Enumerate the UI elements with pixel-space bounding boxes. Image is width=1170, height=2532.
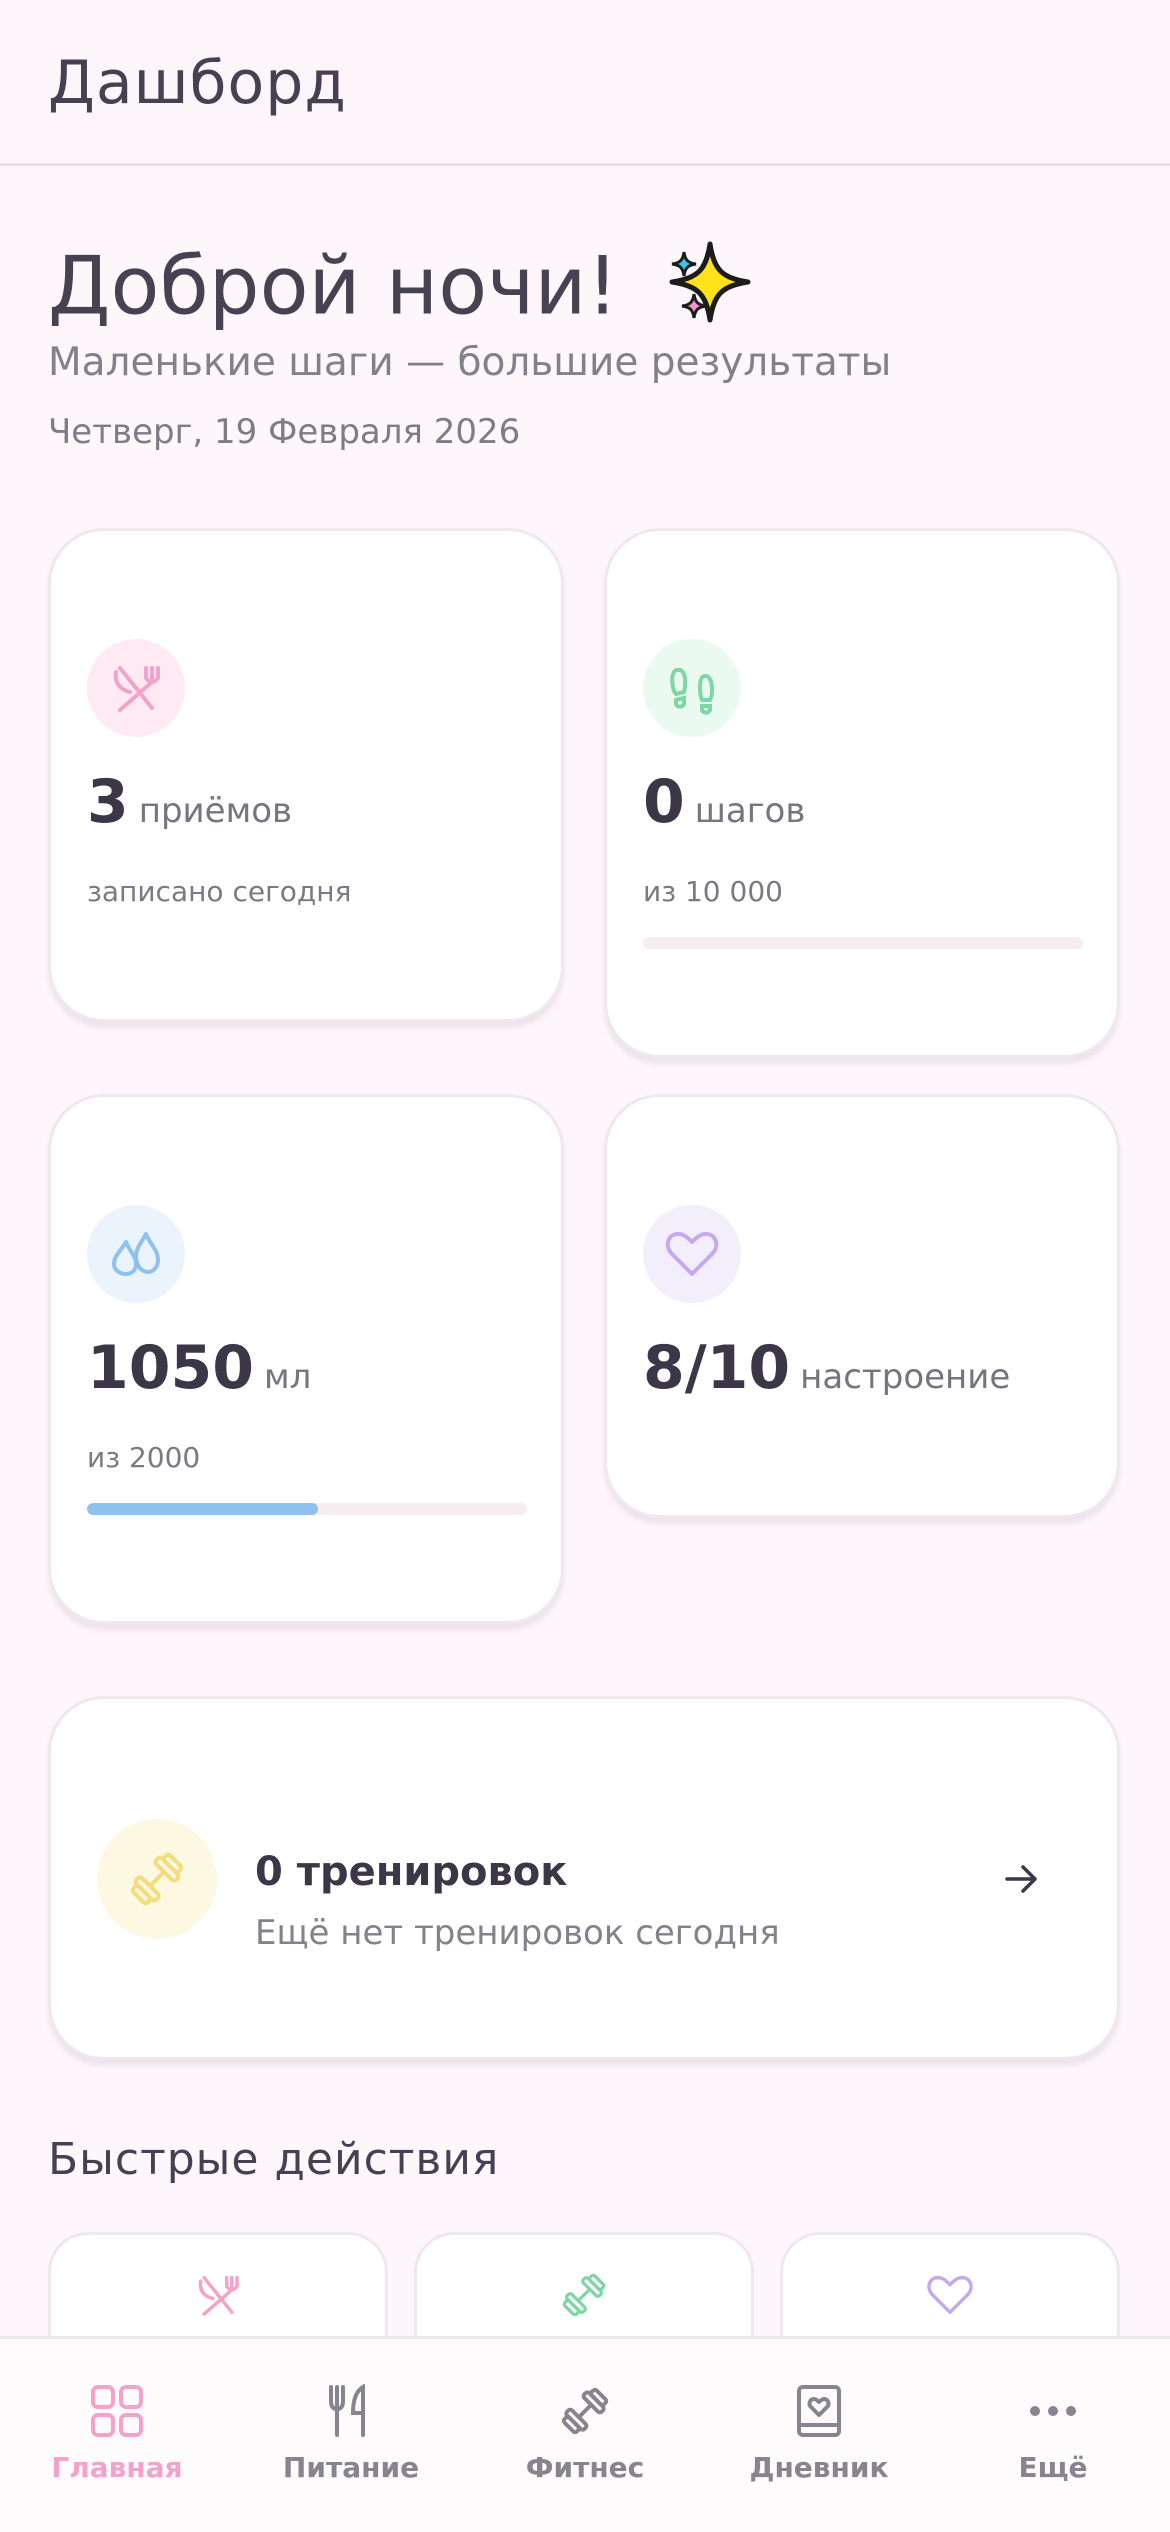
more-icon [1030,2406,1076,2416]
workouts-subtitle: Ещё нет тренировок сегодня [255,1913,780,1953]
tab-journal[interactable]: Дневник [702,2339,936,2532]
workouts-card[interactable]: 0 тренировок Ещё нет тренировок сегодня [48,1696,1120,2060]
steps-progress-bar [643,937,1083,949]
dumbbell-icon [558,2269,610,2325]
sparkles-icon [664,236,756,347]
steps-stat: 0 шагов [643,767,805,837]
greeting-text: Доброй ночи! [48,239,619,333]
grid-icon [91,2385,143,2437]
dumbbell-icon [561,2387,609,2435]
journal-icon [797,2385,841,2437]
steps-card[interactable]: 0 шагов из 10 000 [604,528,1120,1058]
meals-unit: приёмов [138,791,293,831]
meals-subtext: записано сегодня [87,875,352,908]
dumbbell-icon [130,1852,184,1906]
tab-more[interactable]: Ещё [936,2339,1170,2532]
steps-unit: шагов [694,791,806,831]
utensils-icon [329,2383,365,2437]
arrow-right-icon[interactable] [1001,1859,1041,1903]
tab-nutrition-label: Питание [282,2451,420,2484]
workouts-title: 0 тренировок [255,1849,568,1895]
workouts-icon-circle [97,1819,217,1939]
meals-count: 3 [87,767,129,837]
quick-actions-title: Быстрые действия [48,2134,500,2185]
water-amount: 1050 [87,1333,254,1403]
fork-knife-crossed-icon [113,666,160,712]
steps-count: 0 [643,767,685,837]
water-progress-fill [87,1503,318,1515]
greeting-heading: Доброй ночи! [48,236,756,347]
fork-knife-crossed-icon [192,2269,244,2325]
tab-home[interactable]: Главная [0,2339,234,2532]
greeting-subtitle: Маленькие шаги — большие результаты [48,340,892,385]
water-unit: мл [264,1357,312,1397]
meals-icon-circle [87,639,185,737]
droplets-icon [112,1232,160,1276]
footprints-icon [670,668,715,715]
mood-icon-circle [643,1205,741,1303]
steps-subtext: из 10 000 [643,875,783,908]
tab-fitness[interactable]: Фитнес [468,2339,702,2532]
mood-card[interactable]: 8/10 настроение [604,1094,1120,1518]
tab-nutrition[interactable]: Питание [234,2339,468,2532]
tab-journal-label: Дневник [749,2451,889,2484]
water-subtext: из 2000 [87,1441,201,1474]
water-stat: 1050 мл [87,1333,311,1403]
top-app-bar: Дашборд [0,0,1170,166]
mood-stat: 8/10 настроение [643,1333,1010,1403]
meals-card[interactable]: 3 приёмов записано сегодня [48,528,564,1022]
current-date: Четверг, 19 Февраля 2026 [48,412,521,452]
water-progress-bar [87,1503,527,1515]
heart-icon [924,2269,976,2325]
tab-fitness-label: Фитнес [525,2451,645,2484]
mood-score: 8/10 [643,1333,791,1403]
water-card[interactable]: 1050 мл из 2000 [48,1094,564,1624]
tab-more-label: Ещё [1018,2451,1088,2484]
heart-icon [665,1232,719,1276]
water-icon-circle [87,1205,185,1303]
page-title: Дашборд [48,48,347,118]
mood-unit: настроение [800,1357,1011,1397]
steps-icon-circle [643,639,741,737]
tab-home-label: Главная [51,2451,183,2484]
meals-stat: 3 приёмов [87,767,292,837]
bottom-tab-bar: Главная Питание Фитнес Дневник Ещё [0,2336,1170,2532]
